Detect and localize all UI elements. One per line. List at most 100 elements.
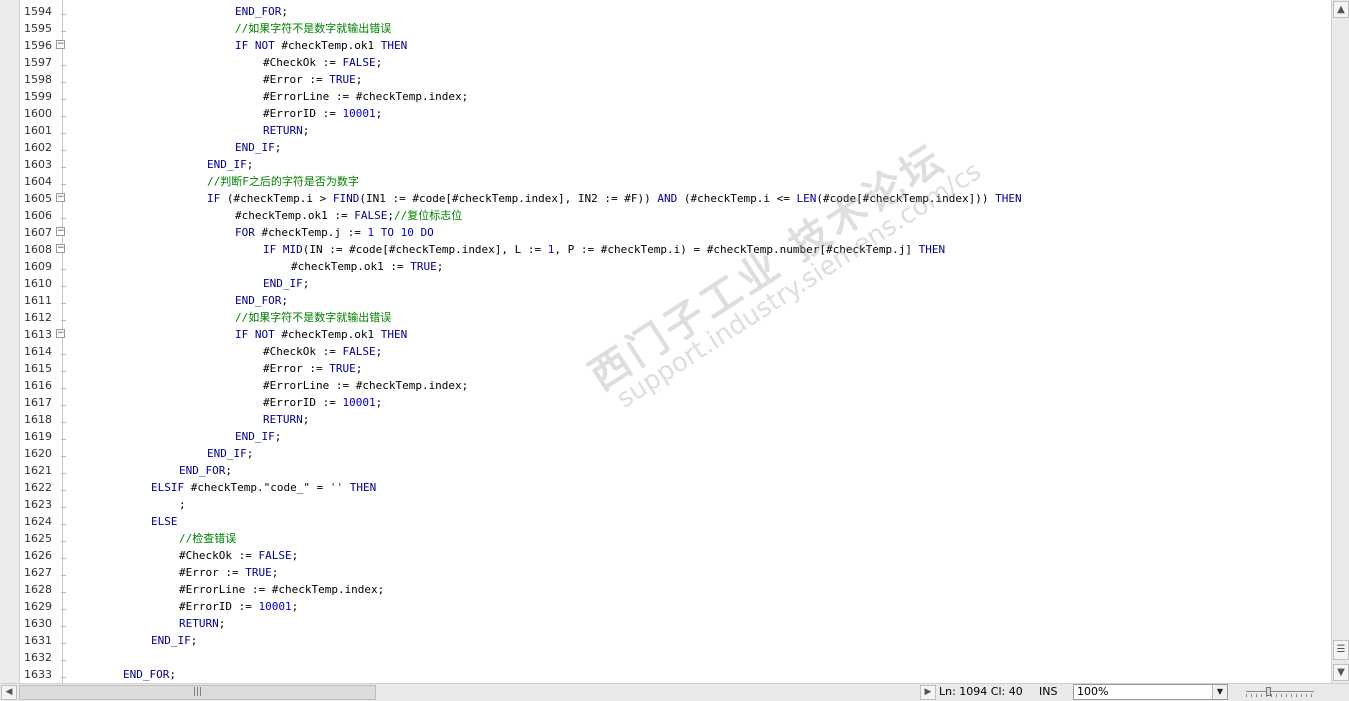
- code-line[interactable]: 1611 END_FOR;: [0, 292, 1331, 309]
- code-line[interactable]: 1627 #Error := TRUE;: [0, 564, 1331, 581]
- code-line[interactable]: 1622 ELSIF #checkTemp."code_" = '' THEN: [0, 479, 1331, 496]
- code-text[interactable]: IF (#checkTemp.i > FIND(IN1 := #code[#ch…: [207, 190, 1022, 207]
- code-text[interactable]: END_IF;: [207, 156, 253, 173]
- code-line[interactable]: 1623;: [0, 496, 1331, 513]
- code-line[interactable]: 1624 ELSE: [0, 513, 1331, 530]
- code-line[interactable]: 1601 RETURN;: [0, 122, 1331, 139]
- code-text[interactable]: #ErrorID := 10001;: [263, 394, 382, 411]
- code-text[interactable]: END_IF;: [263, 275, 309, 292]
- code-text[interactable]: #checkTemp.ok1 := TRUE;: [291, 258, 443, 275]
- code-line[interactable]: 1599 #ErrorLine := #checkTemp.index;: [0, 88, 1331, 105]
- vertical-scrollbar[interactable]: ▲ ☰ ▼: [1331, 0, 1349, 683]
- scroll-down-icon[interactable]: ▼: [1333, 664, 1349, 681]
- code-line[interactable]: 1602 END_IF;: [0, 139, 1331, 156]
- code-text[interactable]: #CheckOk := FALSE;: [263, 343, 382, 360]
- code-text[interactable]: END_IF;: [151, 632, 197, 649]
- split-view-icon[interactable]: ☰: [1333, 640, 1349, 660]
- code-text[interactable]: END_FOR;: [179, 462, 232, 479]
- horizontal-scroll-thumb[interactable]: |||: [19, 685, 376, 700]
- zoom-slider[interactable]: [1246, 687, 1314, 697]
- code-line[interactable]: 1608− IF MID(IN := #code[#checkTemp.index…: [0, 241, 1331, 258]
- code-text[interactable]: #Error := TRUE;: [263, 71, 362, 88]
- keyword-token: FOR: [235, 226, 255, 239]
- code-text[interactable]: #CheckOk := FALSE;: [263, 54, 382, 71]
- code-text[interactable]: RETURN;: [263, 411, 309, 428]
- code-text[interactable]: //如果字符不是数字就输出错误: [235, 309, 391, 326]
- code-text[interactable]: END_FOR;: [235, 3, 288, 20]
- collapse-icon[interactable]: −: [56, 329, 65, 338]
- code-line[interactable]: 1613− IF NOT #checkTemp.ok1 THEN: [0, 326, 1331, 343]
- code-text[interactable]: IF MID(IN := #code[#checkTemp.index], L …: [263, 241, 945, 258]
- code-text[interactable]: #ErrorID := 10001;: [263, 105, 382, 122]
- code-line[interactable]: 1612 //如果字符不是数字就输出错误: [0, 309, 1331, 326]
- code-text[interactable]: #ErrorLine := #checkTemp.index;: [179, 581, 384, 598]
- code-text[interactable]: END_FOR;: [235, 292, 288, 309]
- code-text[interactable]: #checkTemp.ok1 := FALSE;//复位标志位: [235, 207, 462, 224]
- code-text[interactable]: #ErrorLine := #checkTemp.index;: [263, 377, 468, 394]
- code-text[interactable]: ELSE: [151, 513, 178, 530]
- line-number: 1615: [24, 362, 52, 375]
- code-text[interactable]: FOR #checkTemp.j := 1 TO 10 DO: [235, 224, 434, 241]
- code-line[interactable]: 1619 END_IF;: [0, 428, 1331, 445]
- code-text[interactable]: #Error := TRUE;: [179, 564, 278, 581]
- code-line[interactable]: 1605− IF (#checkTemp.i > FIND(IN1 := #cod…: [0, 190, 1331, 207]
- code-line[interactable]: 1603 END_IF;: [0, 156, 1331, 173]
- code-token: ;: [169, 668, 176, 681]
- code-line[interactable]: 1628 #ErrorLine := #checkTemp.index;: [0, 581, 1331, 598]
- code-line[interactable]: 1632: [0, 649, 1331, 666]
- collapse-icon[interactable]: −: [56, 227, 65, 236]
- code-text[interactable]: END_FOR;: [123, 666, 176, 683]
- code-line[interactable]: 1600 #ErrorID := 10001;: [0, 105, 1331, 122]
- code-editor[interactable]: 1594 END_FOR; 1595//如果字符不是数字就输出错误 1596− IF N…: [0, 0, 1331, 683]
- collapse-icon[interactable]: −: [56, 193, 65, 202]
- code-line[interactable]: 1629 #ErrorID := 10001;: [0, 598, 1331, 615]
- code-text[interactable]: RETURN;: [179, 615, 225, 632]
- zoom-slider-handle[interactable]: [1266, 687, 1271, 696]
- collapse-icon[interactable]: −: [56, 40, 65, 49]
- code-line[interactable]: 1626 #CheckOk := FALSE;: [0, 547, 1331, 564]
- code-line[interactable]: 1595 //如果字符不是数字就输出错误: [0, 20, 1331, 37]
- scroll-left-icon[interactable]: ◀: [1, 685, 17, 700]
- code-text[interactable]: END_IF;: [235, 139, 281, 156]
- code-text[interactable]: END_IF;: [207, 445, 253, 462]
- code-line[interactable]: 1594 END_FOR;: [0, 3, 1331, 20]
- code-text[interactable]: //检查错误: [179, 530, 236, 547]
- code-line[interactable]: 1616 #ErrorLine := #checkTemp.index;: [0, 377, 1331, 394]
- code-line[interactable]: 1607− FOR #checkTemp.j := 1 TO 10 DO: [0, 224, 1331, 241]
- code-text[interactable]: #ErrorLine := #checkTemp.index;: [263, 88, 468, 105]
- scroll-up-icon[interactable]: ▲: [1333, 1, 1349, 18]
- code-line[interactable]: 1596− IF NOT #checkTemp.ok1 THEN: [0, 37, 1331, 54]
- code-line[interactable]: 1620 END_IF;: [0, 445, 1331, 462]
- code-line[interactable]: 1615 #Error := TRUE;: [0, 360, 1331, 377]
- code-line[interactable]: 1606 #checkTemp.ok1 := FALSE;//复位标志位: [0, 207, 1331, 224]
- code-text[interactable]: ELSIF #checkTemp."code_" = '' THEN: [151, 479, 376, 496]
- code-line[interactable]: 1630 RETURN;: [0, 615, 1331, 632]
- code-line[interactable]: 1618 RETURN;: [0, 411, 1331, 428]
- code-line[interactable]: 1604 //判断F之后的字符是否为数字: [0, 173, 1331, 190]
- code-text[interactable]: //如果字符不是数字就输出错误: [235, 20, 391, 37]
- code-text[interactable]: //判断F之后的字符是否为数字: [207, 173, 359, 190]
- code-line[interactable]: 1631 END_IF;: [0, 632, 1331, 649]
- code-text[interactable]: RETURN;: [263, 122, 309, 139]
- code-text[interactable]: ;: [179, 496, 186, 513]
- code-line[interactable]: 1597 #CheckOk := FALSE;: [0, 54, 1331, 71]
- code-line[interactable]: 1609 #checkTemp.ok1 := TRUE;: [0, 258, 1331, 275]
- zoom-select[interactable]: 100% ▼: [1073, 684, 1228, 700]
- code-text[interactable]: END_IF;: [235, 428, 281, 445]
- code-line[interactable]: 1621 END_FOR;: [0, 462, 1331, 479]
- code-text[interactable]: #CheckOk := FALSE;: [179, 547, 298, 564]
- code-line[interactable]: 1610 END_IF;: [0, 275, 1331, 292]
- scroll-right-icon[interactable]: ▶: [920, 685, 936, 700]
- code-line[interactable]: 1598 #Error := TRUE;: [0, 71, 1331, 88]
- chevron-down-icon[interactable]: ▼: [1212, 685, 1227, 699]
- code-text[interactable]: #ErrorID := 10001;: [179, 598, 298, 615]
- code-text[interactable]: #Error := TRUE;: [263, 360, 362, 377]
- code-line[interactable]: 1625 //检查错误: [0, 530, 1331, 547]
- code-text[interactable]: IF NOT #checkTemp.ok1 THEN: [235, 326, 407, 343]
- code-text[interactable]: IF NOT #checkTemp.ok1 THEN: [235, 37, 407, 54]
- code-line[interactable]: 1633 END_FOR;: [0, 666, 1331, 683]
- code-line[interactable]: 1614 #CheckOk := FALSE;: [0, 343, 1331, 360]
- code-lines[interactable]: 1594 END_FOR; 1595//如果字符不是数字就输出错误 1596− IF N…: [0, 3, 1331, 683]
- collapse-icon[interactable]: −: [56, 244, 65, 253]
- code-line[interactable]: 1617 #ErrorID := 10001;: [0, 394, 1331, 411]
